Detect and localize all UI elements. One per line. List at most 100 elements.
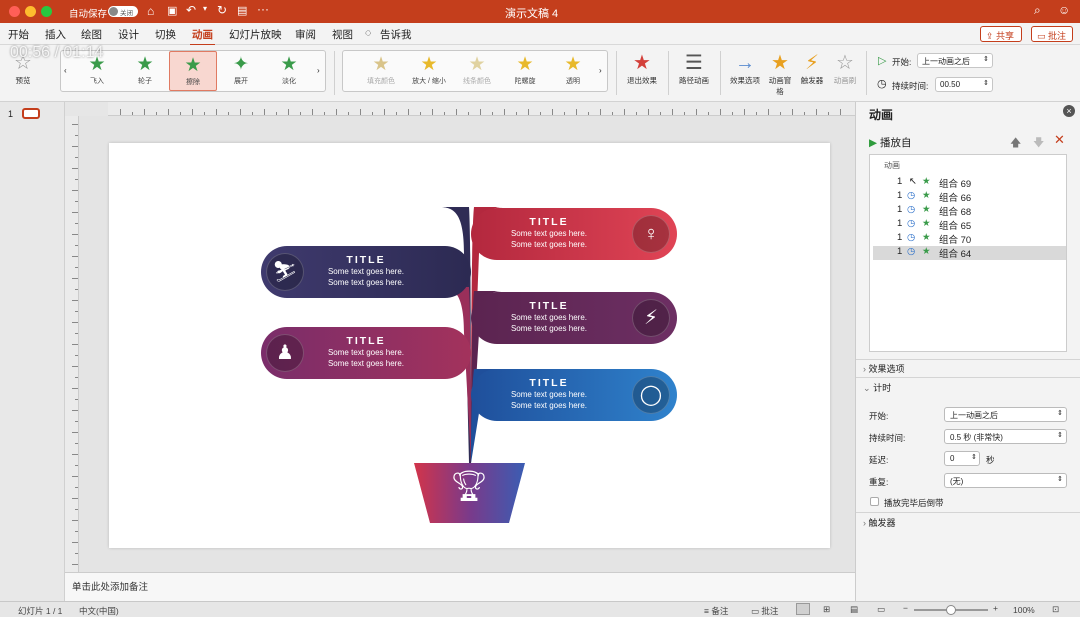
tab-design[interactable]: 设计 — [118, 27, 139, 42]
zoom-in-icon[interactable]: + — [993, 603, 998, 613]
ruler-tick — [72, 124, 78, 125]
gallery-next-icon[interactable]: › — [599, 66, 602, 75]
undo-dropdown-icon[interactable]: ▾ — [203, 4, 207, 13]
zoom-slider-handle[interactable] — [946, 605, 956, 615]
start-label: 开始: — [869, 411, 889, 421]
account-icon[interactable]: ☺ — [1058, 3, 1070, 17]
ruler-tick — [384, 109, 385, 115]
effect-options-section[interactable]: › 效果选项 — [863, 362, 905, 375]
close-pane-icon[interactable]: × — [1063, 105, 1075, 117]
move-down-icon[interactable]: 🡇 — [1033, 134, 1044, 153]
effect-wipe[interactable]: ★ 擦除 — [169, 51, 217, 91]
repeat-select[interactable]: (无) ⇕ — [944, 473, 1067, 488]
zoom-out-icon[interactable]: − — [903, 603, 908, 613]
tab-view[interactable]: 视图 — [332, 27, 353, 42]
gallery-prev-icon[interactable]: ‹ — [64, 66, 67, 75]
tab-home[interactable]: 开始 — [8, 27, 29, 42]
info-card[interactable]: ♟ TITLE Some text goes here. Some text g… — [261, 327, 471, 379]
share-button[interactable]: ⇪ 共享 — [980, 26, 1022, 42]
move-up-icon[interactable]: 🡅 — [1010, 134, 1021, 153]
effect-grow-shrink[interactable]: ★ 放大 / 缩小 — [405, 51, 453, 91]
info-card[interactable]: ⚡ TITLE Some text goes here. Some text g… — [471, 292, 677, 344]
start-select[interactable]: 上一动画之后 ⇕ — [944, 407, 1067, 422]
info-card[interactable]: ⛷ TITLE Some text goes here. Some text g… — [261, 246, 471, 298]
effect-fill-color[interactable]: ★ 填充颜色 — [357, 51, 405, 91]
triggers-section[interactable]: › 触发器 — [863, 516, 896, 529]
slide-thumbnail[interactable] — [22, 108, 40, 119]
autosave-toggle[interactable]: 关闭 — [108, 6, 138, 17]
animation-pane-button[interactable]: ★ 动画窗格 — [766, 51, 794, 97]
slide-sorter-icon[interactable]: ⊞ — [823, 604, 830, 615]
motion-path-button[interactable]: ☰ 路径动画 — [674, 51, 714, 86]
close-window-button[interactable] — [9, 6, 20, 17]
ruler-tick — [252, 112, 253, 115]
list-item[interactable]: 1 ↖ ★ 组合 69 — [873, 176, 1066, 190]
notes-pane[interactable]: 单击此处添加备注 — [65, 572, 855, 601]
duration-label: 持续时间: — [869, 433, 906, 443]
trigger-button[interactable]: ⚡ 触发器 — [798, 51, 826, 86]
gallery-next-icon[interactable]: › — [317, 66, 320, 75]
undo-icon[interactable]: ↶ — [186, 3, 196, 17]
home-icon[interactable]: ⌂ — [147, 4, 154, 18]
slide-canvas[interactable]: ⛷ TITLE Some text goes here. Some text g… — [109, 143, 830, 548]
ruler-tick — [240, 109, 241, 115]
document-title: 演示文稿 4 — [505, 8, 559, 20]
tell-me-field[interactable]: 告诉我 — [380, 27, 412, 42]
rewind-checkbox[interactable] — [870, 497, 879, 506]
start-select[interactable]: 上一动画之后 ⇕ — [917, 53, 993, 68]
effect-transparency[interactable]: ★ 透明 — [549, 51, 597, 91]
notes-button[interactable]: ≡ 备注 — [704, 605, 728, 617]
tab-transitions[interactable]: 切换 — [155, 27, 176, 42]
start-label: 开始: — [892, 57, 912, 67]
redo-icon[interactable]: ↻ — [217, 3, 227, 17]
zoom-window-button[interactable] — [41, 6, 52, 17]
info-card[interactable]: ♀ TITLE Some text goes here. Some text g… — [471, 208, 677, 260]
list-item[interactable]: 1 ◷ ★ 组合 70 — [873, 232, 1066, 246]
exit-effects-button[interactable]: ★ 退出效果 — [624, 51, 660, 86]
ruler-tick — [300, 112, 301, 115]
effect-spin[interactable]: ★ 陀螺旋 — [501, 51, 549, 91]
duration-stepper[interactable]: 00.50 ⇕ — [935, 77, 993, 92]
zoom-level[interactable]: 100% — [1013, 605, 1035, 615]
comments-status-button[interactable]: ▭ 批注 — [751, 605, 778, 617]
divider — [720, 51, 721, 95]
reading-view-icon[interactable]: ▤ — [850, 604, 858, 615]
tab-review[interactable]: 审阅 — [295, 27, 316, 42]
effect-wheel[interactable]: ★ 轮子 — [121, 51, 169, 91]
quick-access-icon[interactable]: ▤ — [237, 4, 247, 17]
tab-slideshow[interactable]: 幻灯片放映 — [229, 27, 282, 42]
effect-fade[interactable]: ★ 淡化 — [265, 51, 313, 91]
play-from-button[interactable]: ▶ 播放自 — [869, 135, 912, 150]
minimize-window-button[interactable] — [25, 6, 36, 17]
fit-slide-icon[interactable]: ⊡ — [1052, 604, 1059, 615]
star-icon: ★ — [922, 176, 931, 187]
effect-options-button[interactable]: → 效果选项 — [726, 51, 764, 86]
ruler-tick — [612, 112, 613, 115]
slideshow-icon[interactable]: ▭ — [877, 604, 885, 615]
tab-insert[interactable]: 插入 — [45, 27, 66, 42]
weightlifting-icon: ♀ — [632, 215, 670, 253]
animation-painter-button[interactable]: ☆ 动画刷 — [832, 51, 858, 86]
language-indicator[interactable]: 中文(中国) — [79, 605, 119, 617]
normal-view-icon[interactable] — [796, 603, 810, 615]
tab-draw[interactable]: 绘图 — [81, 27, 102, 42]
duration-select[interactable]: 0.5 秒 (非常快) ⇕ — [944, 429, 1067, 444]
list-item[interactable]: 1 ◷ ★ 组合 65 — [873, 218, 1066, 232]
ruler-tick — [72, 476, 78, 477]
search-icon[interactable]: ⌕ — [1034, 3, 1041, 18]
ruler-tick — [840, 109, 841, 115]
delete-icon[interactable]: ✕ — [1054, 132, 1065, 148]
delay-stepper[interactable]: 0 ⇕ — [944, 451, 980, 466]
list-item[interactable]: 1 ◷ ★ 组合 66 — [873, 190, 1066, 204]
effect-split[interactable]: ✦ 展开 — [217, 51, 265, 91]
list-item[interactable]: 1 ◷ ★ 组合 68 — [873, 204, 1066, 218]
save-icon[interactable]: ▣ — [167, 4, 177, 17]
ruler-tick — [72, 520, 78, 521]
timing-section[interactable]: ⌄ 计时 — [863, 381, 891, 394]
tab-animations[interactable]: 动画 — [190, 27, 215, 46]
more-icon[interactable]: ··· — [257, 2, 269, 16]
effect-line-color[interactable]: ★ 线条颜色 — [453, 51, 501, 91]
comments-button[interactable]: ▭ 批注 — [1031, 26, 1073, 42]
list-item[interactable]: 1 ◷ ★ 组合 64 — [873, 246, 1066, 260]
info-card[interactable]: ◯ TITLE Some text goes here. Some text g… — [471, 369, 677, 421]
